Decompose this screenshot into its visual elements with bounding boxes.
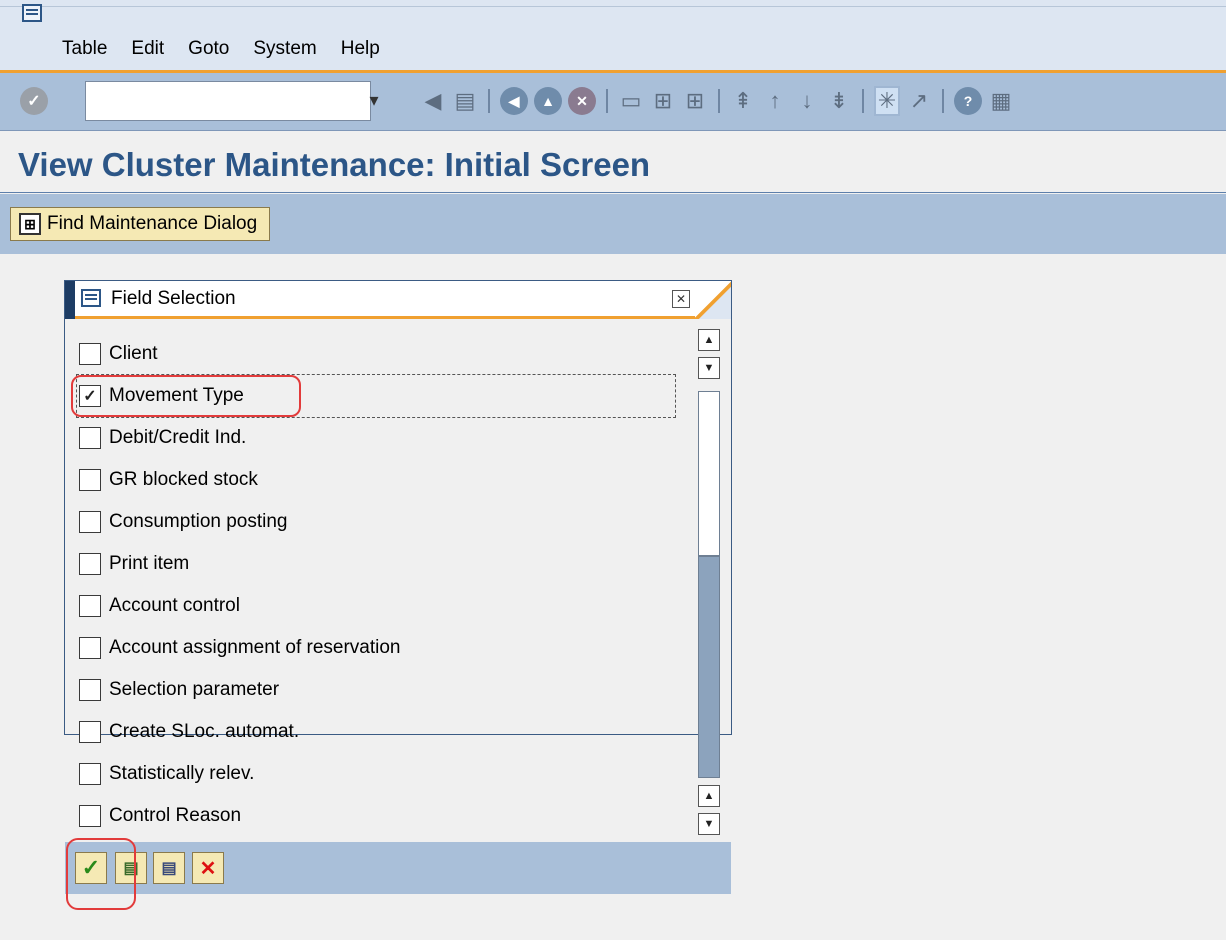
field-row-selection-parameter[interactable]: Selection parameter (77, 669, 677, 711)
checkbox[interactable] (79, 553, 101, 575)
scroll-page-down-icon[interactable]: ▼ (698, 813, 720, 835)
field-row-debit-credit[interactable]: Debit/Credit Ind. (77, 417, 677, 459)
scroll-page-up-icon[interactable]: ▲ (698, 785, 720, 807)
binoculars-icon: ⊞ (19, 213, 41, 235)
field-label: Debit/Credit Ind. (109, 427, 247, 448)
field-row-account-control[interactable]: Account control (77, 585, 677, 627)
close-icon[interactable]: ✕ (672, 290, 690, 308)
highlight-annotation (71, 375, 301, 417)
deselect-all-button[interactable]: ▤ (153, 852, 185, 884)
menu-item-help[interactable]: Help (341, 38, 380, 60)
field-row-print-item[interactable]: Print item (77, 543, 677, 585)
cancel-icon[interactable]: ✕ (568, 87, 596, 115)
toolbar-separator (718, 89, 720, 113)
toolbar-separator (942, 89, 944, 113)
checkbox[interactable] (79, 679, 101, 701)
checkbox[interactable] (79, 637, 101, 659)
field-selection-dialog: Field Selection ✕ Client ✓ Movement Type… (64, 280, 732, 835)
save-icon[interactable]: ▤ (452, 86, 478, 116)
scrollbar-thumb[interactable] (698, 556, 720, 778)
dialog-title-corner (695, 281, 731, 319)
field-label: Print item (109, 553, 190, 574)
checkbox[interactable] (79, 595, 101, 617)
field-row-control-reason[interactable]: Control Reason (77, 795, 677, 837)
find-icon[interactable]: ⊞ (650, 86, 676, 116)
scrollbar-track[interactable] (698, 391, 720, 556)
field-label: Account control (109, 595, 240, 616)
first-page-icon[interactable]: ⇞ (730, 86, 756, 116)
command-field[interactable] (85, 81, 371, 121)
enter-icon[interactable]: ✓ (20, 87, 48, 115)
menu-item-system[interactable]: System (253, 38, 316, 60)
field-row-consumption-posting[interactable]: Consumption posting (77, 501, 677, 543)
field-label: Client (109, 343, 158, 364)
layout-icon[interactable]: ▦ (988, 86, 1014, 116)
checkbox[interactable] (79, 469, 101, 491)
field-row-gr-blocked-stock[interactable]: GR blocked stock (77, 459, 677, 501)
create-session-icon[interactable]: ✳ (874, 86, 900, 116)
print-icon[interactable]: ▭ (618, 86, 644, 116)
field-row-client[interactable]: Client (77, 333, 677, 375)
toolbar-icons: ◀ ▤ ◀ ▲ ✕ ▭ ⊞ ⊞ ⇞ ↑ ↓ ⇟ ✳ ↗ ? ▦ (420, 86, 1014, 116)
field-label: Consumption posting (109, 511, 288, 532)
window-top-border (0, 6, 1226, 7)
title-divider (0, 192, 1226, 193)
checkbox[interactable] (79, 427, 101, 449)
exit-icon[interactable]: ▲ (534, 87, 562, 115)
continue-highlight-annotation (66, 838, 136, 910)
system-menu-icon[interactable] (22, 4, 42, 22)
field-label: Account assignment of reservation (109, 637, 401, 658)
field-label: Statistically relev. (109, 763, 255, 784)
field-row-movement-type[interactable]: ✓ Movement Type (71, 374, 676, 418)
field-label: GR blocked stock (109, 469, 258, 490)
scroll-down-icon[interactable]: ▼ (698, 357, 720, 379)
dialog-title: Field Selection (111, 288, 236, 309)
menu: Table Edit Goto System Help (62, 38, 380, 60)
menu-bar: Table Edit Goto System Help (0, 0, 1226, 73)
checkbox[interactable] (79, 763, 101, 785)
menu-item-goto[interactable]: Goto (188, 38, 229, 60)
dialog-system-icon (81, 289, 101, 307)
checkbox[interactable] (79, 343, 101, 365)
field-label: Selection parameter (109, 679, 280, 700)
field-label: Control Reason (109, 805, 242, 826)
checkbox[interactable] (79, 511, 101, 533)
cancel-button[interactable]: ✕ (192, 852, 224, 884)
field-label: Create SLoc. automat. (109, 721, 300, 742)
help-icon[interactable]: ? (954, 87, 982, 115)
toolbar-separator (606, 89, 608, 113)
page-title: View Cluster Maintenance: Initial Screen (18, 146, 651, 183)
field-row-statistically-relev[interactable]: Statistically relev. (77, 753, 677, 795)
standard-toolbar: ✓ ▾ ◀ ▤ ◀ ▲ ✕ ▭ ⊞ ⊞ ⇞ ↑ ↓ ⇟ ✳ ↗ ? ▦ (0, 73, 1226, 131)
prev-page-icon[interactable]: ↑ (762, 86, 788, 116)
shortcut-icon[interactable]: ↗ (906, 86, 932, 116)
last-page-icon[interactable]: ⇟ (826, 86, 852, 116)
find-maintenance-dialog-label: Find Maintenance Dialog (47, 213, 258, 234)
back-icon[interactable]: ◀ (420, 86, 446, 116)
find-maintenance-dialog-button[interactable]: ⊞ Find Maintenance Dialog (10, 207, 271, 241)
toolbar-separator (488, 89, 490, 113)
find-next-icon[interactable]: ⊞ (682, 86, 708, 116)
checkbox[interactable] (79, 805, 101, 827)
dialog-footer: ✓ ▤ ▤ ✕ (65, 842, 731, 894)
dialog-title-accent (65, 281, 75, 319)
back-nav-icon[interactable]: ◀ (500, 87, 528, 115)
field-list: Client ✓ Movement Type Debit/Credit Ind.… (71, 333, 677, 837)
dialog-title-bar: Field Selection ✕ (65, 281, 731, 319)
next-page-icon[interactable]: ↓ (794, 86, 820, 116)
toolbar-separator (862, 89, 864, 113)
menu-item-table[interactable]: Table (62, 38, 107, 60)
command-history-dropdown-icon[interactable]: ▾ (366, 86, 382, 114)
scroll-up-icon[interactable]: ▲ (698, 329, 720, 351)
application-toolbar: ⊞ Find Maintenance Dialog (0, 194, 1226, 254)
vertical-scrollbar[interactable]: ▲ ▼ ▲ ▼ (698, 329, 720, 835)
menu-item-edit[interactable]: Edit (131, 38, 164, 60)
field-row-account-assignment[interactable]: Account assignment of reservation (77, 627, 677, 669)
checkbox[interactable] (79, 721, 101, 743)
field-row-create-sloc[interactable]: Create SLoc. automat. (77, 711, 677, 753)
